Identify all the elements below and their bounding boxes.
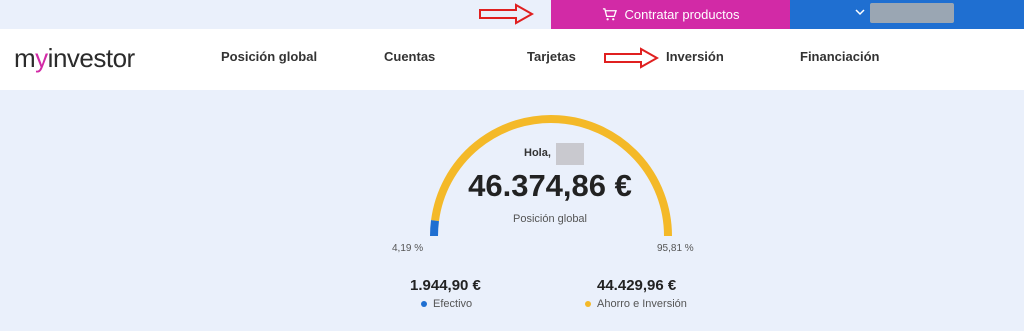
ahorro-percent: 95,81 % (657, 243, 694, 254)
ahorro-legend: Ahorro e Inversión (585, 298, 687, 310)
total-balance-label: Posición global (513, 213, 587, 225)
efectivo-amount: 1.944,90 € (410, 277, 481, 294)
ahorro-label: Ahorro e Inversión (597, 298, 687, 310)
total-balance: 46.374,86 € (468, 168, 632, 203)
greeting: Hola, (524, 147, 551, 159)
ahorro-dot-icon (585, 301, 591, 307)
position-gauge (430, 115, 672, 237)
gauge-arc-efectivo (430, 220, 439, 237)
efectivo-legend: Efectivo (421, 298, 472, 310)
efectivo-percent: 4,19 % (392, 243, 424, 254)
efectivo-dot-icon (421, 301, 427, 307)
ahorro-amount: 44.429,96 € (597, 277, 677, 294)
username-redacted (556, 143, 584, 165)
efectivo-label: Efectivo (433, 298, 473, 310)
